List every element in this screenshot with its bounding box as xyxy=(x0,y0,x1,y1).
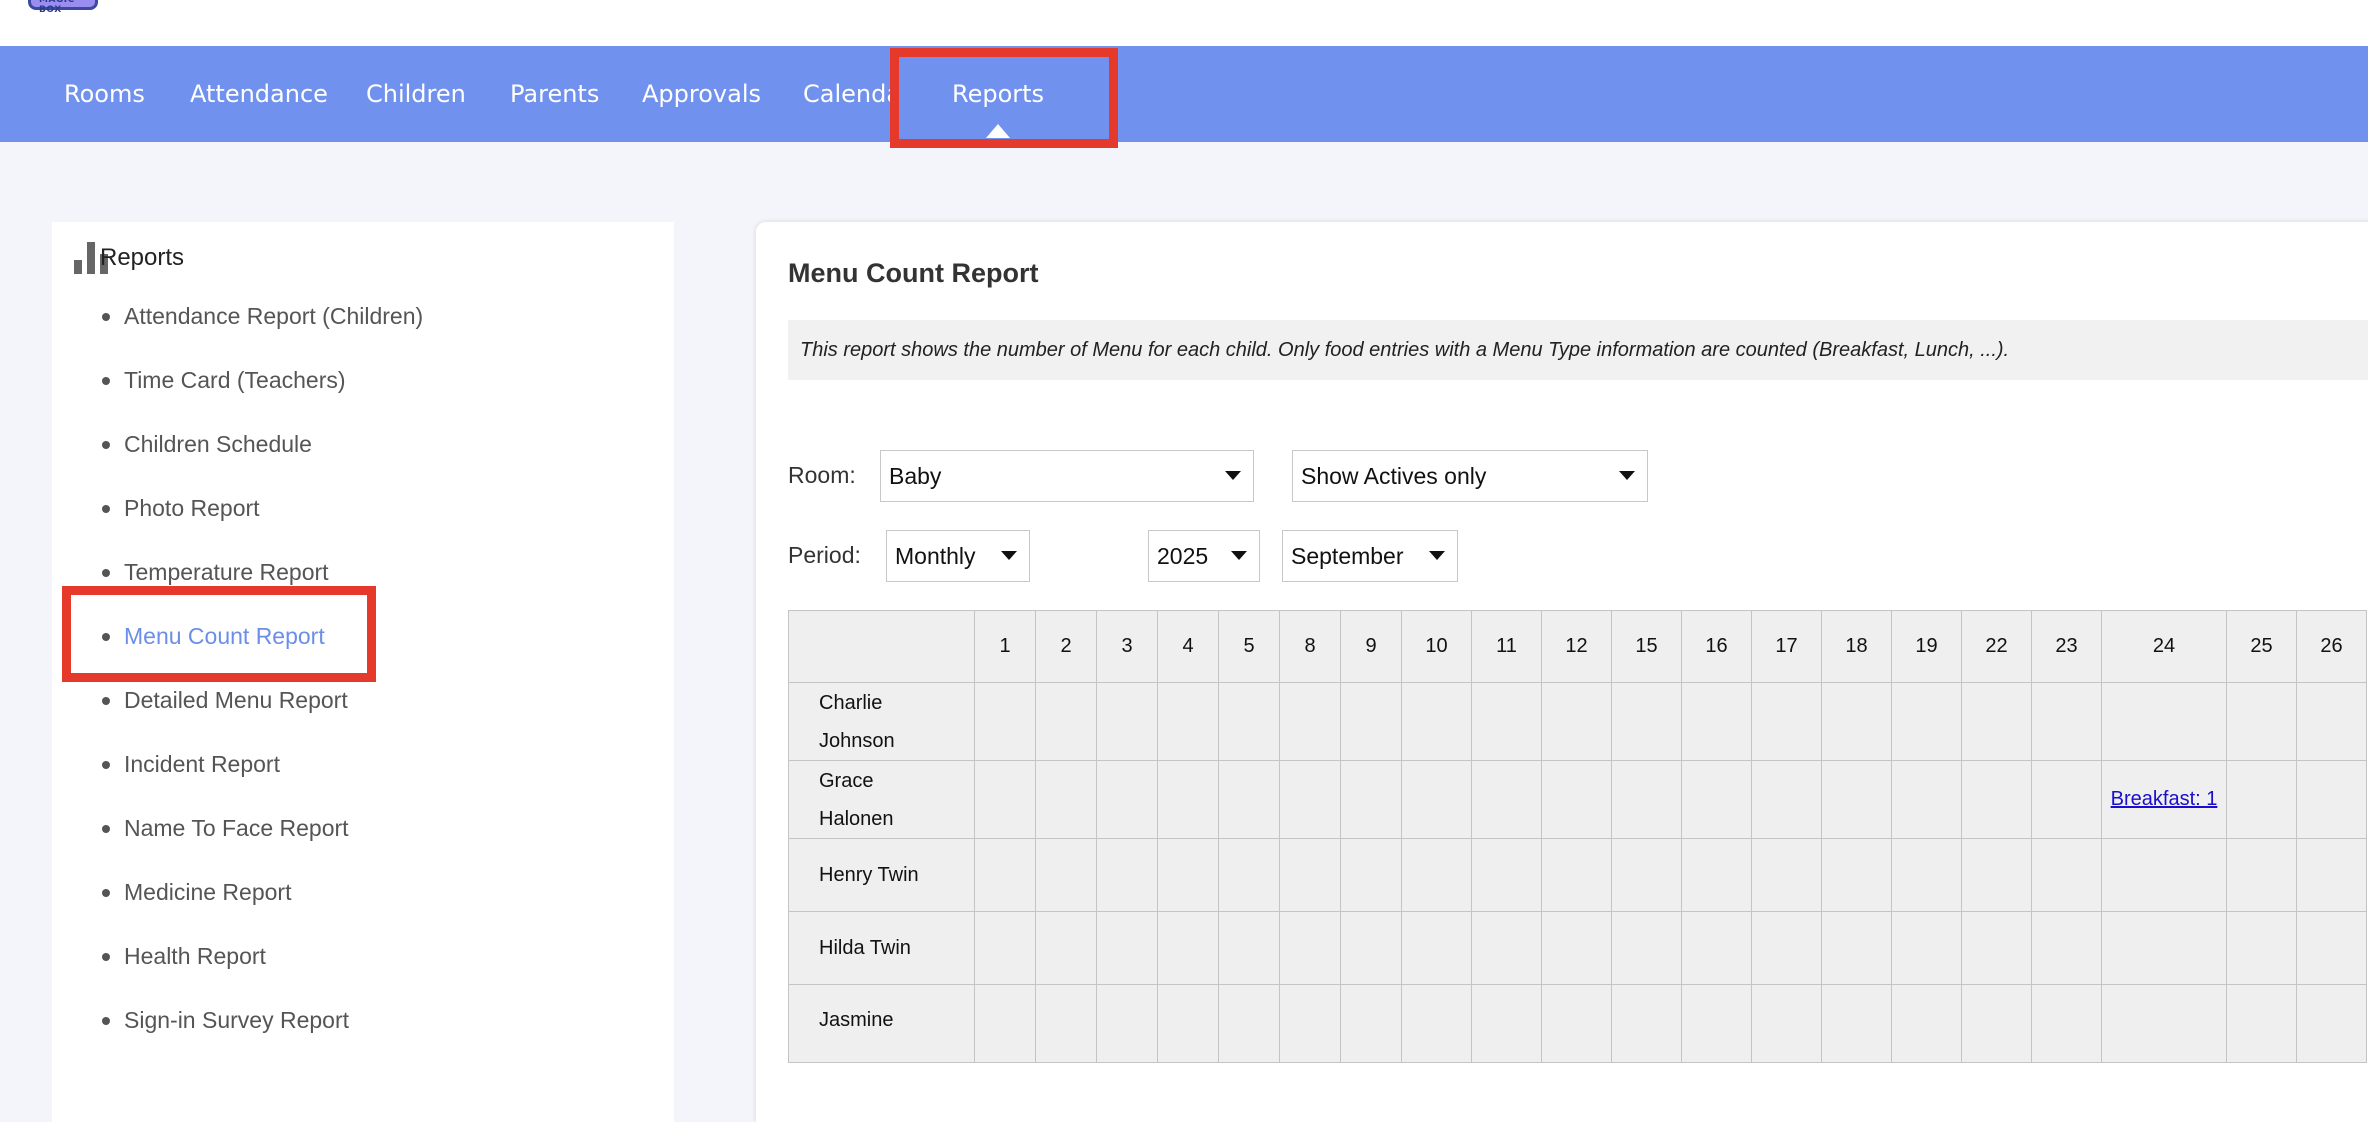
day-column-header: 19 xyxy=(1891,610,1962,683)
child-name: Hilda Twin xyxy=(788,911,975,985)
day-column-header: 8 xyxy=(1279,610,1341,683)
bullet-icon xyxy=(102,313,110,321)
bullet-icon xyxy=(102,505,110,513)
table-row: Hilda Twin xyxy=(788,911,2367,985)
sidebar-item-photo-report[interactable]: Photo Report xyxy=(52,488,674,552)
child-name: Grace Halonen xyxy=(788,760,975,839)
name-column-header xyxy=(788,610,975,683)
sidebar-item-time-card[interactable]: Time Card (Teachers) xyxy=(52,360,674,424)
report-description: This report shows the number of Menu for… xyxy=(788,320,2368,380)
chevron-down-icon xyxy=(1001,551,1017,560)
child-name: Charlie Johnson xyxy=(788,682,975,761)
sidebar-item-health-report[interactable]: Health Report xyxy=(52,936,674,1000)
child-name: Jasmine xyxy=(788,984,975,1063)
chevron-down-icon xyxy=(1429,551,1445,560)
table-row: Charlie Johnson xyxy=(788,682,2367,761)
breakfast-count-link[interactable]: Breakfast: 1 xyxy=(2111,788,2218,810)
nav-rooms[interactable]: Rooms xyxy=(64,46,145,142)
day-column-header: 1 xyxy=(974,610,1036,683)
table-row: Jasmine xyxy=(788,984,2367,1063)
period-select[interactable]: Monthly xyxy=(886,530,1030,582)
day-column-header: 12 xyxy=(1541,610,1612,683)
table-row: Henry Twin xyxy=(788,838,2367,912)
child-name: Henry Twin xyxy=(788,838,975,912)
day-column-header: 18 xyxy=(1821,610,1892,683)
nav-children[interactable]: Children xyxy=(366,46,466,142)
day-column-header: 10 xyxy=(1401,610,1472,683)
day-column-header: 23 xyxy=(2031,610,2102,683)
day-column-header: 4 xyxy=(1157,610,1219,683)
reports-highlight-box xyxy=(890,48,1118,148)
nav-calendar[interactable]: Calendar xyxy=(803,46,899,142)
nav-parents[interactable]: Parents xyxy=(510,46,599,142)
day-column-header: 9 xyxy=(1340,610,1402,683)
page-title: Menu Count Report xyxy=(788,258,1039,288)
day-column-header: 17 xyxy=(1751,610,1822,683)
report-panel: Menu Count Report This report shows the … xyxy=(756,222,2368,1122)
nav-attendance[interactable]: Attendance xyxy=(190,46,328,142)
month-select[interactable]: September xyxy=(1282,530,1458,582)
day-column-header: 15 xyxy=(1611,610,1682,683)
chevron-down-icon xyxy=(1231,551,1247,560)
bullet-icon xyxy=(102,441,110,449)
nav-approvals[interactable]: Approvals xyxy=(642,46,761,142)
main-navbar: Rooms Attendance Children Parents Approv… xyxy=(0,46,2368,142)
day-column-header: 22 xyxy=(1961,610,2032,683)
chevron-down-icon xyxy=(1619,471,1635,480)
room-label: Room: xyxy=(788,462,856,488)
sidebar-item-children-schedule[interactable]: Children Schedule xyxy=(52,424,674,488)
period-label: Period: xyxy=(788,542,861,568)
sidebar-item-name-to-face-report[interactable]: Name To Face Report xyxy=(52,808,674,872)
bullet-icon xyxy=(102,889,110,897)
bullet-icon xyxy=(102,377,110,385)
bullet-icon xyxy=(102,825,110,833)
day-column-header: 2 xyxy=(1035,610,1097,683)
day-column-header: 26 xyxy=(2296,610,2367,683)
sidebar-item-medicine-report[interactable]: Medicine Report xyxy=(52,872,674,936)
bullet-icon xyxy=(102,1017,110,1025)
status-filter-select[interactable]: Show Actives only xyxy=(1292,450,1648,502)
year-select[interactable]: 2025 xyxy=(1148,530,1260,582)
day-column-header: 5 xyxy=(1218,610,1280,683)
day-column-header: 3 xyxy=(1096,610,1158,683)
table-row: Grace Halonen Breakfast: 1 xyxy=(788,760,2367,839)
day-column-header: 24 xyxy=(2101,610,2227,683)
sidebar-item-detailed-menu-report[interactable]: Detailed Menu Report xyxy=(52,680,674,744)
bullet-icon xyxy=(102,569,110,577)
sidebar-item-attendance-report[interactable]: Attendance Report (Children) xyxy=(52,296,674,360)
chevron-down-icon xyxy=(1225,471,1241,480)
day-column-header: 11 xyxy=(1471,610,1542,683)
table-header-row: 1 2 3 4 5 8 9 10 11 12 15 16 17 18 19 22… xyxy=(788,610,2367,683)
menu-count-highlight-box xyxy=(62,586,376,682)
bullet-icon xyxy=(102,697,110,705)
menu-count-cell: Breakfast: 1 xyxy=(2101,760,2227,839)
room-select[interactable]: Baby xyxy=(880,450,1254,502)
day-column-header: 25 xyxy=(2226,610,2297,683)
bullet-icon xyxy=(102,953,110,961)
day-column-header: 16 xyxy=(1681,610,1752,683)
sidebar-title: Reports xyxy=(100,244,185,271)
top-header: MAGIC BOX xyxy=(0,0,2368,46)
sidebar-item-incident-report[interactable]: Incident Report xyxy=(52,744,674,808)
app-logo[interactable]: MAGIC BOX xyxy=(28,0,98,15)
menu-count-table: 1 2 3 4 5 8 9 10 11 12 15 16 17 18 19 22… xyxy=(788,610,2367,1063)
sidebar-item-sign-in-survey-report[interactable]: Sign-in Survey Report xyxy=(52,1000,674,1064)
bullet-icon xyxy=(102,761,110,769)
